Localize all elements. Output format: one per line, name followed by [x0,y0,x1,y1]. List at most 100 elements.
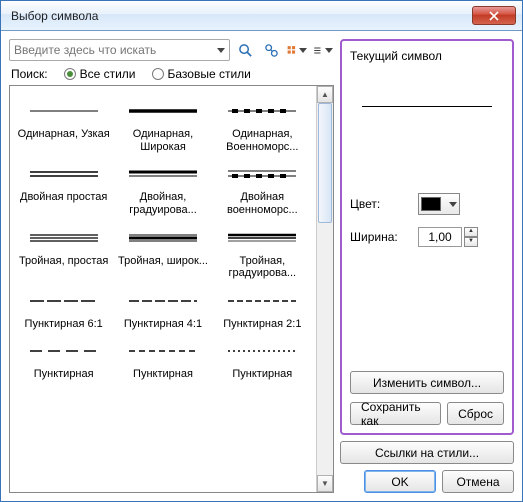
reset-button[interactable]: Сброс [447,402,504,425]
window-title: Выбор символа [7,9,472,23]
symbol-label: Двойная простая [16,191,111,204]
symbol-cell[interactable]: Тройная, широк... [113,221,212,284]
close-icon [489,11,499,21]
width-label: Ширина: [350,230,410,244]
left-panel: Поиск: Все стили Базовые стили Одинарная… [9,39,334,493]
scroll-track[interactable] [317,103,333,475]
chevron-down-icon [449,202,457,207]
current-symbol-title: Текущий символ [350,49,504,63]
line-style-icon [115,163,210,185]
search-icon [238,43,253,58]
cancel-button[interactable]: Отмена [442,470,514,493]
symbol-label: Пунктирная 6:1 [16,318,111,331]
line-style-icon [16,163,111,185]
symbol-label: Двойная военноморс... [215,191,310,216]
color-picker-button[interactable] [418,193,460,215]
symbol-cell[interactable]: Тройная, градуирова... [213,221,312,284]
width-spinner[interactable]: ▲ ▼ [418,227,478,247]
line-style-icon [16,227,111,249]
line-style-icon [16,290,111,312]
symbol-label: Одинарная, Военноморс... [215,128,310,153]
toolbar [9,39,334,61]
chevron-down-icon[interactable] [217,48,225,53]
radio-label: Базовые стили [168,67,251,81]
edit-symbol-button[interactable]: Изменить символ... [350,371,504,394]
symbol-grid-container: Одинарная, Узкая Одинарная, ШирокаяОдинар… [9,85,334,493]
line-style-icon [115,340,210,362]
line-style-icon [115,100,210,122]
save-as-button[interactable]: Сохранить как [350,402,441,425]
symbol-cell[interactable]: Двойная, градуирова... [113,157,212,220]
symbol-cell[interactable]: Пунктирная [213,334,312,385]
symbol-cell[interactable]: Пунктирная [14,334,113,385]
client-area: Поиск: Все стили Базовые стили Одинарная… [1,31,522,501]
view-mode-button[interactable] [286,39,308,61]
search-label: Поиск: [11,67,48,81]
link-icon [264,43,279,58]
radio-base-styles[interactable]: Базовые стили [152,67,251,81]
symbol-label: Пунктирная [16,368,111,381]
symbol-cell[interactable]: Пунктирная 4:1 [113,284,212,335]
titlebar[interactable]: Выбор символа [1,1,522,31]
radio-dot-icon [152,68,164,80]
dialog-footer: OK Отмена [340,470,514,493]
symbol-label: Пунктирная 4:1 [115,318,210,331]
spin-up-button[interactable]: ▲ [464,227,478,237]
symbol-cell[interactable]: Одинарная, Узкая [14,94,113,157]
line-style-icon [16,340,111,362]
link-toggle-button[interactable] [260,39,282,61]
search-input[interactable] [14,43,213,57]
symbol-selector-dialog: Выбор символа [0,0,523,502]
line-style-icon [215,340,310,362]
right-panel: Текущий символ Цвет: Ширина: [340,39,514,493]
style-links-button[interactable]: Ссылки на стили... [340,441,514,464]
symbol-label: Пунктирная [115,368,210,381]
color-swatch [421,197,441,211]
scroll-thumb[interactable] [318,103,332,223]
preview-line-icon [362,106,492,107]
line-style-icon [215,227,310,249]
symbol-cell[interactable]: Одинарная, Широкая [113,94,212,157]
symbol-label: Одинарная, Узкая [16,128,111,141]
scroll-up-button[interactable]: ▲ [317,86,333,103]
radio-label: Все стили [80,67,136,81]
symbol-cell[interactable]: Двойная простая [14,157,113,220]
ok-button[interactable]: OK [364,470,436,493]
symbol-cell[interactable]: Пунктирная 6:1 [14,284,113,335]
line-style-icon [115,290,210,312]
symbol-cell[interactable]: Тройная, простая [14,221,113,284]
symbol-grid-scroll[interactable]: Одинарная, Узкая Одинарная, ШирокаяОдинар… [10,86,316,492]
grid-view-icon [287,43,297,58]
symbol-label: Тройная, широк... [115,255,210,268]
line-style-icon [215,100,310,122]
menu-button[interactable] [312,39,334,61]
scroll-down-button[interactable]: ▼ [317,475,333,492]
width-row: Ширина: ▲ ▼ [350,227,504,247]
symbol-cell[interactable]: Пунктирная [113,334,212,385]
line-style-icon [215,163,310,185]
close-button[interactable] [472,6,516,25]
menu-lines-icon [313,43,323,58]
search-button[interactable] [234,39,256,61]
symbol-label: Одинарная, Широкая [115,128,210,153]
symbol-grid: Одинарная, Узкая Одинарная, ШирокаяОдинар… [14,94,312,385]
line-style-icon [215,290,310,312]
width-input[interactable] [418,227,462,247]
vertical-scrollbar[interactable]: ▲ ▼ [316,86,333,492]
symbol-preview [350,71,504,141]
color-label: Цвет: [350,197,410,211]
symbol-label: Тройная, простая [16,255,111,268]
radio-dot-icon [64,68,76,80]
symbol-cell[interactable]: Одинарная, Военноморс... [213,94,312,157]
symbol-cell[interactable]: Пунктирная 2:1 [213,284,312,335]
current-symbol-group: Текущий символ Цвет: Ширина: [340,39,514,435]
search-combo[interactable] [9,39,230,61]
symbol-label: Пунктирная 2:1 [215,318,310,331]
symbol-cell[interactable]: Двойная военноморс... [213,157,312,220]
radio-all-styles[interactable]: Все стили [64,67,136,81]
color-row: Цвет: [350,193,504,215]
symbol-label: Тройная, градуирова... [215,255,310,280]
line-style-icon [115,227,210,249]
spin-down-button[interactable]: ▼ [464,237,478,247]
search-filter-row: Поиск: Все стили Базовые стили [9,67,334,81]
